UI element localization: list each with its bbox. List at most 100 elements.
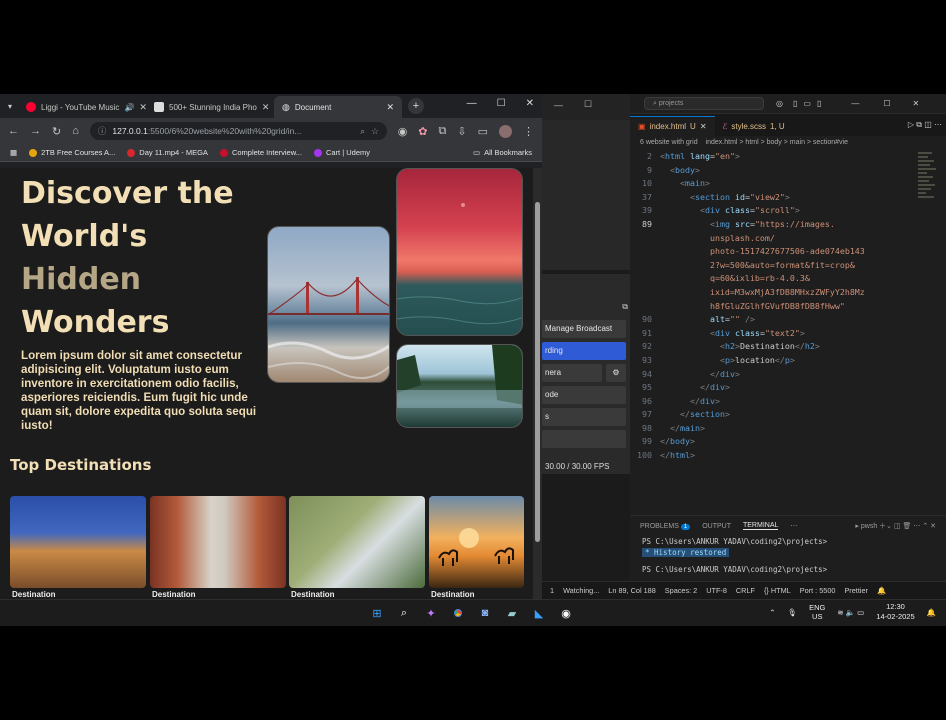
close-tab-icon[interactable]: ✕ <box>386 102 394 113</box>
minimap[interactable] <box>918 150 936 300</box>
status-watching[interactable]: Watching... <box>563 586 599 595</box>
minimize-icon[interactable]: — <box>851 99 859 108</box>
cast-icon[interactable]: ▭ <box>478 125 488 138</box>
exit-button[interactable] <box>542 430 626 448</box>
url-host: 127.0.0.1 <box>112 126 148 136</box>
reload-icon[interactable]: ↻ <box>52 125 61 138</box>
status-eol[interactable]: CRLF <box>736 586 755 595</box>
close-icon[interactable]: ✕ <box>913 99 920 108</box>
close-tab-icon[interactable]: ✕ <box>262 102 270 113</box>
home-icon[interactable]: ⌂ <box>72 125 79 137</box>
destination-card-desert[interactable] <box>429 496 524 588</box>
virtual-camera-button[interactable]: nera <box>542 364 602 382</box>
downloads-icon[interactable]: ⇩ <box>457 125 466 138</box>
editor-actions[interactable]: ▷ ⧉ ◫ ⋯ <box>908 120 942 130</box>
back-icon[interactable]: ← <box>8 125 19 137</box>
terminal-shell[interactable]: ▸ pwsh ＋⌄ ◫ 🗑 ⋯ ⌃ ✕ <box>855 521 936 531</box>
destination-card-hawa-mahal[interactable] <box>10 496 146 588</box>
file-explorer-icon[interactable]: ▰ <box>503 604 521 622</box>
destination-card-train[interactable] <box>289 496 425 588</box>
status-encoding[interactable]: UTF-8 <box>706 586 727 595</box>
copilot-icon[interactable]: ✦ <box>422 604 440 622</box>
status-prettier[interactable]: Prettier <box>844 586 868 595</box>
copilot-icon[interactable]: ◎ <box>776 99 783 108</box>
dock-float-icon[interactable]: ⧉ <box>622 302 628 312</box>
tab-index-html[interactable]: ▣ index.html U ✕ <box>630 116 715 136</box>
tab-style-scss[interactable]: ℰ style.scss 1, U <box>715 116 793 136</box>
chrome-icon[interactable] <box>449 604 467 622</box>
recording-button[interactable]: rding <box>542 342 626 360</box>
settings-button[interactable]: s <box>542 408 626 426</box>
fps-readout: 30.00 / 30.00 FPS <box>545 462 610 471</box>
status-spaces[interactable]: Spaces: 2 <box>665 586 697 595</box>
tab-terminal[interactable]: TERMINAL <box>742 522 779 530</box>
address-bar[interactable]: ⓘ 127.0.0.1:5500/6%20website%20with%20gr… <box>89 122 387 140</box>
extension-eye-icon[interactable]: ◉ <box>398 125 408 138</box>
clock[interactable]: 12:30 14-02-2025 <box>876 602 914 622</box>
maximize-icon[interactable]: ☐ <box>883 99 890 108</box>
more-icon[interactable]: ⋯ <box>790 522 797 530</box>
bookmark-item[interactable]: Complete Interview... <box>219 148 302 157</box>
search-icon[interactable]: ⌕ <box>395 604 413 622</box>
destination-card-taj-mahal[interactable] <box>150 496 286 588</box>
tab-problems[interactable]: PROBLEMS 1 <box>640 523 691 530</box>
minimize-icon[interactable]: — <box>554 100 563 110</box>
command-center-search[interactable]: ⌕ projects <box>644 97 764 110</box>
bookmark-item[interactable]: 2TB Free Courses A... <box>29 148 115 157</box>
code-editor[interactable]: 2 <html lang="en"> 9 <body> 10 <main> 37 … <box>630 150 946 463</box>
close-icon[interactable]: ✕ <box>526 98 534 109</box>
status-language[interactable]: {} HTML <box>764 586 791 595</box>
layout-secondary-icon[interactable]: ▯ <box>817 99 821 108</box>
camera-app-icon[interactable]: ◙ <box>476 604 494 622</box>
extension-color-icon[interactable]: ✿ <box>418 125 427 138</box>
tab-search-icon[interactable]: ▾ <box>0 102 18 111</box>
studio-mode-button[interactable]: ode <box>542 386 626 404</box>
obs-icon[interactable]: ◉ <box>557 604 575 622</box>
page-scrollbar[interactable] <box>533 168 542 599</box>
url-path: :5500/6%20website%20with%20grid/in... <box>147 126 302 136</box>
terminal-output[interactable]: PS C:\Users\ANKUR YADAV\coding2\projects… <box>630 536 946 575</box>
chevron-up-icon[interactable]: ⌃ <box>769 608 775 617</box>
menu-kebab-icon[interactable]: ⋮ <box>523 125 534 138</box>
vscode-icon[interactable]: ◣ <box>530 604 548 622</box>
maximize-icon[interactable]: ☐ <box>584 99 592 110</box>
tab-title: Liggi - YouTube Music <box>41 102 120 112</box>
bookmark-item[interactable]: Cart | Udemy <box>313 148 370 157</box>
camera-settings-gear-icon[interactable]: ⚙ <box>606 364 626 382</box>
close-icon[interactable]: ✕ <box>700 122 707 131</box>
profile-avatar[interactable] <box>499 124 512 138</box>
tab-document[interactable]: ◍ Document ✕ <box>274 96 403 118</box>
status-cursor[interactable]: Ln 89, Col 188 <box>608 586 655 595</box>
wifi-volume-battery-icon[interactable]: ≋ 🔈 ▭ <box>837 608 864 617</box>
globe-icon: ◍ <box>282 101 290 112</box>
tab-youtube-music[interactable]: Liggi - YouTube Music 🔊 ✕ <box>18 96 146 118</box>
hero-line: World's <box>21 219 148 254</box>
tab-output[interactable]: OUTPUT <box>702 523 731 530</box>
layout-panel-icon[interactable]: ▭ <box>803 99 811 108</box>
status-port[interactable]: Port : 5500 <box>800 586 836 595</box>
bookmark-item[interactable]: Day 11.mp4 - MEGA <box>127 148 208 157</box>
zoom-icon[interactable]: ⌕ <box>360 126 365 137</box>
status-count[interactable]: 1 <box>550 586 554 595</box>
scrollbar-thumb[interactable] <box>535 202 540 542</box>
forward-icon[interactable]: → <box>30 125 41 137</box>
site-info-icon[interactable]: ⓘ <box>98 125 107 137</box>
close-tab-icon[interactable]: ✕ <box>139 102 146 113</box>
apps-grid-icon[interactable]: ▦ <box>10 148 17 157</box>
minimize-icon[interactable]: — <box>467 98 477 109</box>
windows-start-icon[interactable]: ⊞ <box>368 604 386 622</box>
bell-icon[interactable]: 🔔 <box>877 586 886 595</box>
language-indicator[interactable]: ENG US <box>809 603 825 621</box>
all-bookmarks[interactable]: ▭ All Bookmarks <box>473 148 532 157</box>
microphone-icon[interactable]: 🎙 <box>788 608 798 617</box>
extensions-puzzle-icon[interactable]: ⧉ <box>439 125 447 138</box>
maximize-icon[interactable]: ☐ <box>497 98 506 109</box>
notification-bell-icon[interactable]: 🔔 <box>927 608 936 617</box>
manage-broadcast-button[interactable]: Manage Broadcast <box>542 320 626 338</box>
hero-line: Wonders <box>21 305 170 340</box>
bookmark-star-icon[interactable]: ☆ <box>371 126 379 137</box>
tab-title: 500+ Stunning India Pho <box>169 102 257 112</box>
new-tab-button[interactable]: + <box>408 98 425 114</box>
layout-sidebar-icon[interactable]: ▯ <box>793 99 797 108</box>
tab-india-photos[interactable]: 500+ Stunning India Pho ✕ <box>146 96 274 118</box>
